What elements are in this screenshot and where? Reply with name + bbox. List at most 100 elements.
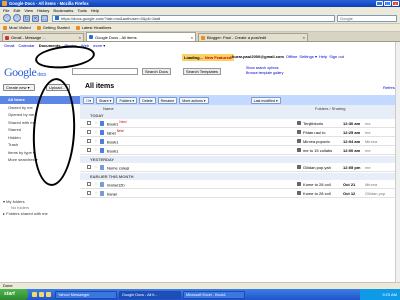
gnav-calendar[interactable]: Calendar: [18, 43, 34, 48]
nav-trash[interactable]: Trash: [0, 141, 80, 149]
close-button[interactable]: ×: [392, 1, 399, 6]
nav-starred[interactable]: Starred: [0, 126, 80, 134]
close-tab-icon[interactable]: ×: [303, 35, 305, 40]
select-checkbox-menu[interactable]: ☐▾: [83, 96, 95, 104]
show-search-options-link[interactable]: Show search options: [246, 66, 283, 71]
search-docs-button[interactable]: Search Docs: [142, 68, 171, 75]
tab-blogger[interactable]: Blogger: Paul - Create a post/edit ×: [198, 33, 308, 41]
quick-launch-icon[interactable]: [32, 292, 37, 297]
menu-tools[interactable]: Tools: [77, 8, 86, 13]
quick-launch-icon[interactable]: [39, 292, 44, 297]
doc-name[interactable]: baran: [107, 190, 297, 196]
nav-items-by-type[interactable]: Items by type ▾: [0, 149, 80, 157]
tab-google-docs[interactable]: Google Docs - All items ×: [86, 32, 196, 41]
star-icon[interactable]: ☆: [94, 129, 98, 135]
task-google-docs[interactable]: Google Docs - All it...: [119, 290, 181, 299]
bookmark-most-visited[interactable]: Most Visited: [3, 25, 31, 30]
search-templates-button[interactable]: Search Templates: [183, 68, 221, 75]
nav-owned-by-me[interactable]: Owned by me: [0, 104, 80, 112]
forward-button[interactable]: ›: [13, 14, 21, 22]
vertical-scrollbar[interactable]: [395, 42, 400, 282]
tab-gmail[interactable]: Gmail - Message ... ×: [2, 33, 84, 41]
rename-button[interactable]: Rename: [157, 96, 178, 104]
task-excel[interactable]: Microsoft Excel - Book1: [183, 290, 245, 299]
shared-folders-link[interactable]: ▸ Folders shared with me: [3, 211, 48, 217]
star-icon[interactable]: ☆: [94, 138, 98, 144]
nav-all-items[interactable]: All items: [0, 96, 80, 104]
browser-search-box[interactable]: Google: [337, 14, 397, 22]
table-row[interactable]: ☆ Book1 Mircea.popovic 12:04 am Mircea: [80, 137, 400, 146]
table-row[interactable]: ☆ baran Kome to 28 coll Oct 12 Gilidan p…: [80, 189, 400, 198]
upload-button[interactable]: Upload...: [46, 84, 70, 91]
bookmark-getting-started[interactable]: Getting Started: [36, 25, 70, 30]
more-actions-button[interactable]: More actions ▾: [179, 96, 209, 104]
menu-help[interactable]: Help: [91, 8, 99, 13]
nav-hidden[interactable]: Hidden: [0, 134, 80, 142]
nav-shared-with-me[interactable]: Shared with me: [0, 119, 80, 127]
home-button[interactable]: ⌂: [41, 14, 48, 22]
new-featured-link[interactable]: New Featured!: [205, 55, 233, 60]
table-row[interactable]: ☆ Nume colegi Gilidan.pop.yah 12:05 pm m…: [80, 163, 400, 172]
row-checkbox[interactable]: [87, 165, 91, 169]
menu-file[interactable]: File: [3, 8, 9, 13]
menu-history[interactable]: History: [37, 8, 49, 13]
gnav-more[interactable]: more ▾: [93, 43, 105, 48]
table-row[interactable]: ☆ Book1 me to 15 collabs 12:00 am me: [80, 146, 400, 155]
quick-launch-icon[interactable]: [46, 292, 51, 297]
col-folders[interactable]: Folders / Sharing: [315, 106, 361, 111]
doc-name[interactable]: Book1: [107, 147, 297, 153]
row-checkbox[interactable]: [87, 148, 91, 152]
gnav-gmail[interactable]: Gmail: [4, 43, 14, 48]
close-tab-icon[interactable]: ×: [191, 35, 193, 40]
gnav-web[interactable]: Web: [81, 43, 89, 48]
url-bar[interactable]: https://docs.google.com/?tab=mo&authuser…: [52, 14, 335, 22]
share-button[interactable]: Share ▾: [96, 96, 115, 104]
menu-view[interactable]: View: [24, 8, 33, 13]
reload-button[interactable]: ↻: [23, 14, 30, 22]
settings-link[interactable]: Settings ▾: [299, 54, 317, 59]
start-button[interactable]: start: [0, 289, 28, 300]
back-button[interactable]: ‹: [3, 14, 11, 22]
minimize-button[interactable]: _: [376, 1, 383, 6]
delete-button[interactable]: Delete: [139, 96, 156, 104]
table-row[interactable]: ☆ Book1New! Tenjitbkoris 12:30 am me: [80, 119, 400, 128]
browse-templates-link[interactable]: Browse template gallery: [246, 71, 283, 76]
doc-name[interactable]: Nume colegi: [107, 164, 297, 170]
star-icon[interactable]: ☆: [94, 164, 98, 170]
create-new-button[interactable]: Create new ▾: [3, 84, 35, 91]
row-checkbox[interactable]: [87, 139, 91, 143]
gnav-photos[interactable]: Photos: [64, 43, 76, 48]
row-checkbox[interactable]: [87, 182, 91, 186]
star-icon[interactable]: ☆: [94, 120, 98, 126]
row-checkbox[interactable]: [87, 121, 91, 125]
maximize-button[interactable]: □: [384, 1, 391, 6]
doc-name[interactable]: Book1: [107, 138, 297, 144]
last-modified-sort[interactable]: Last modified ▾: [250, 96, 281, 104]
doc-name[interactable]: tabelNew!: [107, 129, 297, 135]
doc-name[interactable]: Book1New!: [107, 120, 297, 126]
bookmark-latest-headlines[interactable]: Latest Headlines: [75, 25, 111, 30]
docs-search-input[interactable]: [72, 68, 138, 75]
folders-button[interactable]: Folders ▾: [116, 96, 138, 104]
star-icon[interactable]: ☆: [94, 181, 98, 187]
offline-link[interactable]: Offline: [286, 54, 298, 59]
sign-out-link[interactable]: Sign out: [329, 54, 344, 59]
menu-bookmarks[interactable]: Bookmarks: [53, 8, 73, 13]
col-name[interactable]: Name: [103, 106, 315, 111]
gnav-documents[interactable]: Documents: [39, 43, 61, 48]
help-link[interactable]: Help: [319, 54, 327, 59]
row-checkbox[interactable]: [87, 130, 91, 134]
doc-name[interactable]: mahei12b: [107, 181, 297, 187]
table-row[interactable]: ☆ tabelNew! Ffdan.raul to 12:25 am me: [80, 128, 400, 137]
nav-opened-by-me[interactable]: Opened by me: [0, 111, 80, 119]
star-icon[interactable]: ☆: [94, 147, 98, 153]
star-icon[interactable]: ☆: [94, 190, 98, 196]
stop-button[interactable]: ✕: [32, 14, 39, 22]
task-yahoo-messenger[interactable]: Yahoo! Messenger: [55, 290, 117, 299]
menu-edit[interactable]: Edit: [13, 8, 20, 13]
google-docs-logo[interactable]: Googledocs: [4, 65, 46, 80]
close-tab-icon[interactable]: ×: [79, 35, 81, 40]
table-row[interactable]: ☆ mahei12b Kome to 28 coll Oct 21 Mircea: [80, 180, 400, 189]
nav-more-searches[interactable]: More searches ▾: [0, 156, 80, 164]
row-checkbox[interactable]: [87, 191, 91, 195]
